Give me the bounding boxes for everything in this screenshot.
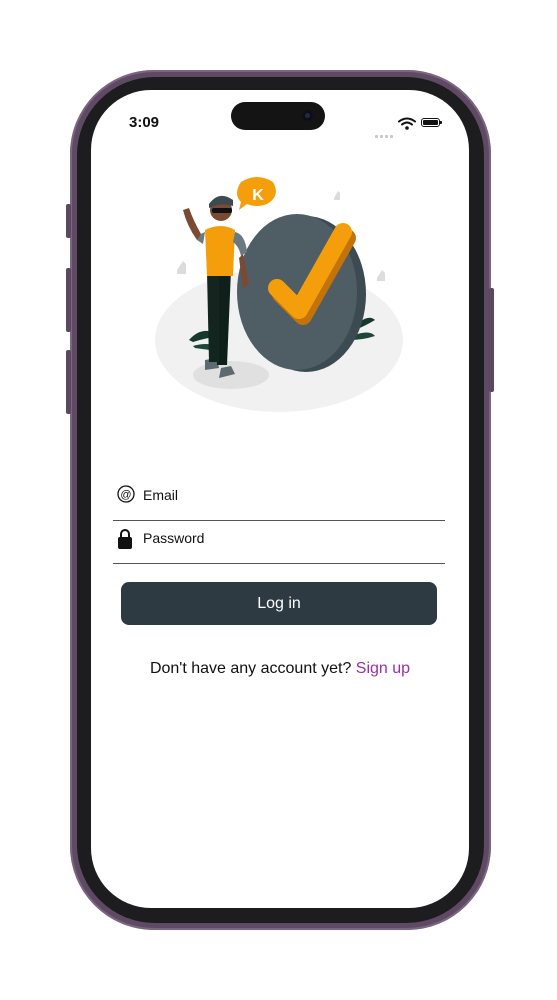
password-field[interactable] — [113, 520, 445, 564]
login-button[interactable]: Log in — [121, 582, 437, 625]
signup-prompt-line: Don't have any account yet? Sign up — [91, 660, 469, 678]
battery-icon — [421, 118, 442, 127]
wifi-icon — [398, 117, 416, 130]
email-field[interactable]: @ — [113, 477, 445, 521]
email-input[interactable] — [143, 485, 433, 505]
signal-icon — [375, 125, 395, 143]
svg-text:@: @ — [120, 489, 131, 501]
password-input[interactable] — [143, 528, 433, 548]
dynamic-island — [231, 102, 325, 130]
badge-letter: K — [252, 187, 264, 204]
signup-link[interactable]: Sign up — [356, 660, 410, 677]
volume-down-button — [66, 350, 71, 414]
volume-up-button — [66, 268, 71, 332]
at-sign-icon: @ — [117, 485, 135, 503]
camera-icon — [302, 110, 313, 121]
signup-prompt: Don't have any account yet? — [149, 660, 352, 677]
mute-switch — [66, 204, 71, 238]
power-button — [489, 288, 494, 392]
status-time: 3:09 — [129, 114, 160, 131]
login-illustration: K — [155, 177, 403, 412]
phone-screen: 3:09 K @ Email Log in Don't have any acc… — [91, 90, 469, 908]
lock-icon — [118, 529, 132, 549]
